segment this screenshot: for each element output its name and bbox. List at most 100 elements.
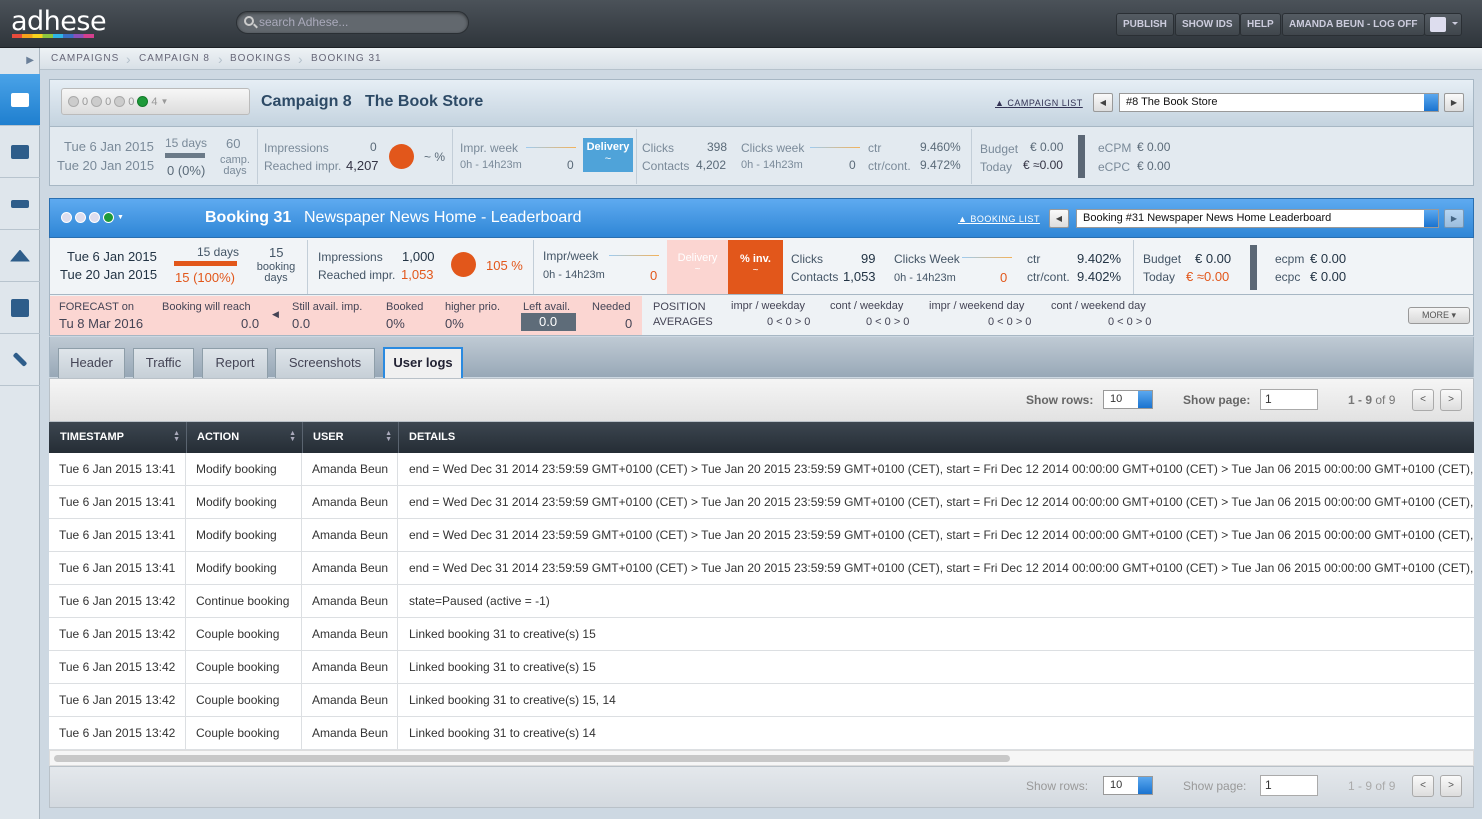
sidebar-car[interactable] bbox=[0, 178, 40, 230]
booking-end-date: Tue 20 Jan 2015 bbox=[60, 267, 158, 282]
ctr-label: ctr bbox=[868, 141, 882, 155]
user-menu-button[interactable] bbox=[1424, 13, 1462, 36]
needed-value: 0 bbox=[625, 316, 633, 331]
divider bbox=[971, 129, 972, 184]
play-icon[interactable] bbox=[75, 212, 86, 223]
table-row[interactable]: Tue 6 Jan 2015 13:41 Modify booking Amanda… bbox=[49, 519, 1474, 552]
page-input[interactable]: 1 bbox=[1260, 775, 1318, 796]
show-rows-label: Show rows: bbox=[1026, 393, 1094, 407]
sidebar-trucks[interactable] bbox=[0, 126, 40, 178]
table-row[interactable]: Tue 6 Jan 2015 13:42 Couple booking Amanda… bbox=[49, 717, 1474, 750]
adhese-logo[interactable]: adhese bbox=[11, 6, 107, 37]
campaign-camp-days-label: camp. days bbox=[220, 154, 250, 177]
ctr-label: ctr bbox=[1027, 252, 1041, 266]
status-active-icon[interactable] bbox=[103, 212, 114, 223]
booking-list-link[interactable]: ▲ BOOKING LIST bbox=[958, 214, 1040, 224]
campaign-status-filter[interactable]: 0 0 0 4 ▼ bbox=[61, 88, 250, 115]
breadcrumb-separator-icon: › bbox=[218, 51, 223, 67]
clicks-week-label: Clicks Week bbox=[894, 252, 960, 266]
tab-user-logs[interactable]: User logs bbox=[383, 347, 463, 378]
next-campaign-button[interactable]: ▶ bbox=[1444, 93, 1464, 112]
column-user[interactable]: USER ▲ ▼ bbox=[303, 422, 399, 453]
divider bbox=[636, 129, 637, 184]
breadcrumb-campaign[interactable]: CAMPAIGN 8 bbox=[139, 53, 210, 64]
clicks-week-time: 0h - 14h23m bbox=[741, 159, 803, 171]
breadcrumb-bookings[interactable]: BOOKINGS bbox=[230, 53, 291, 64]
status-pause-icon bbox=[114, 96, 126, 107]
booking-status-controls[interactable]: ▼ bbox=[61, 212, 124, 223]
sidebar-campaigns[interactable] bbox=[0, 74, 40, 126]
table-row[interactable]: Tue 6 Jan 2015 13:41 Modify booking Amanda… bbox=[49, 486, 1474, 519]
booking-start-date: Tue 6 Jan 2015 bbox=[67, 249, 157, 264]
table-row[interactable]: Tue 6 Jan 2015 13:42 Continue booking Aman… bbox=[49, 585, 1474, 618]
table-row[interactable]: Tue 6 Jan 2015 13:41 Modify booking Amanda… bbox=[49, 552, 1474, 585]
horizontal-scrollbar[interactable] bbox=[49, 750, 1474, 766]
avg-impr-weekday-value: 0 < 0 > 0 bbox=[767, 316, 811, 328]
column-action[interactable]: ACTION ▲ ▼ bbox=[187, 422, 303, 453]
campaign-budget: € 0.00 bbox=[1030, 140, 1064, 154]
more-button[interactable]: MORE ▾ bbox=[1408, 307, 1470, 324]
expand-sidebar-icon[interactable]: ▶ bbox=[0, 48, 40, 74]
status-off-icon bbox=[68, 96, 79, 107]
booking-reached: 1,053 bbox=[401, 267, 434, 282]
prev-campaign-button[interactable]: ◀ bbox=[1093, 93, 1113, 112]
search-input[interactable]: search Adhese... bbox=[236, 11, 469, 34]
help-button[interactable]: HELP bbox=[1240, 13, 1281, 36]
will-reach-label: Booking will reach bbox=[162, 301, 251, 313]
left-avail-label: Left avail. bbox=[523, 301, 571, 313]
prev-page-button[interactable]: < bbox=[1412, 775, 1434, 797]
reached-label: Reached impr. bbox=[264, 159, 342, 173]
table-row[interactable]: Tue 6 Jan 2015 13:42 Couple booking Amanda… bbox=[49, 684, 1474, 717]
prev-booking-button[interactable]: ◀ bbox=[1049, 209, 1069, 228]
campaign-select[interactable]: #8 The Book Store bbox=[1119, 93, 1439, 112]
column-timestamp[interactable]: TIMESTAMP ▲ ▼ bbox=[50, 422, 187, 453]
impr-week-time: 0h - 14h23m bbox=[543, 269, 605, 281]
status-off-icon[interactable] bbox=[61, 212, 72, 223]
table-row[interactable]: Tue 6 Jan 2015 13:41 Modify booking Amanda… bbox=[49, 453, 1474, 486]
next-booking-button[interactable]: ▶ bbox=[1444, 209, 1464, 228]
ecpm-label: ecpm bbox=[1275, 252, 1305, 266]
publish-button[interactable]: PUBLISH bbox=[1116, 13, 1174, 36]
avg-impr-weekend-value: 0 < 0 > 0 bbox=[988, 316, 1032, 328]
campaign-ecpc: € 0.00 bbox=[1137, 159, 1171, 173]
booking-select[interactable]: Booking #31 Newspaper News Home Leaderbo… bbox=[1076, 209, 1439, 228]
booking-days-label: booking days bbox=[256, 261, 296, 284]
clicks-label: Clicks bbox=[791, 252, 823, 266]
tab-header[interactable]: Header bbox=[58, 348, 125, 378]
rows-select[interactable]: 10 bbox=[1103, 390, 1153, 409]
tab-traffic[interactable]: Traffic bbox=[133, 348, 194, 378]
campaign-progress: 0 (0%) bbox=[167, 163, 206, 178]
booking-ecpc: € 0.00 bbox=[1310, 269, 1347, 284]
table-row[interactable]: Tue 6 Jan 2015 13:42 Couple booking Amanda… bbox=[49, 618, 1474, 651]
breadcrumb-campaigns[interactable]: CAMPAIGNS bbox=[51, 53, 119, 64]
sidebar-settings[interactable] bbox=[0, 334, 40, 386]
table-row[interactable]: Tue 6 Jan 2015 13:42 Couple booking Amanda… bbox=[49, 651, 1474, 684]
select-spinner-icon bbox=[1138, 777, 1152, 794]
logoff-button[interactable]: AMANDA BEUN - LOG OFF bbox=[1282, 13, 1425, 36]
next-page-button[interactable]: > bbox=[1440, 389, 1462, 411]
tab-screenshots[interactable]: Screenshots bbox=[275, 348, 375, 378]
booking-label: Booking 31 bbox=[205, 209, 292, 226]
wrench-icon bbox=[12, 352, 28, 367]
pause-icon[interactable] bbox=[89, 212, 100, 223]
still-avail-label: Still avail. imp. bbox=[292, 301, 363, 313]
page-input[interactable]: 1 bbox=[1260, 389, 1318, 410]
contacts-label: Contacts bbox=[791, 270, 839, 284]
campaign-list-link[interactable]: ▲ CAMPAIGN LIST bbox=[995, 98, 1083, 108]
divider bbox=[452, 129, 453, 184]
impressions-label: Impressions bbox=[318, 250, 383, 264]
ecpm-label: eCPM bbox=[1098, 141, 1132, 155]
show-ids-button[interactable]: SHOW IDS bbox=[1175, 13, 1240, 36]
sidebar-calendar[interactable] bbox=[0, 282, 40, 334]
impr-week-sparkline bbox=[609, 255, 659, 256]
sidebar-tools[interactable] bbox=[0, 230, 40, 282]
campaign-name: The Book Store bbox=[365, 93, 484, 110]
scrollbar-thumb[interactable] bbox=[54, 755, 1010, 762]
prev-page-button[interactable]: < bbox=[1412, 389, 1434, 411]
tab-report[interactable]: Report bbox=[202, 348, 268, 378]
rows-select[interactable]: 10 bbox=[1103, 776, 1153, 795]
campaign-reached: 4,207 bbox=[346, 158, 379, 173]
column-details[interactable]: DETAILS bbox=[399, 422, 1474, 453]
booking-ecpm: € 0.00 bbox=[1310, 251, 1347, 266]
next-page-button[interactable]: > bbox=[1440, 775, 1462, 797]
